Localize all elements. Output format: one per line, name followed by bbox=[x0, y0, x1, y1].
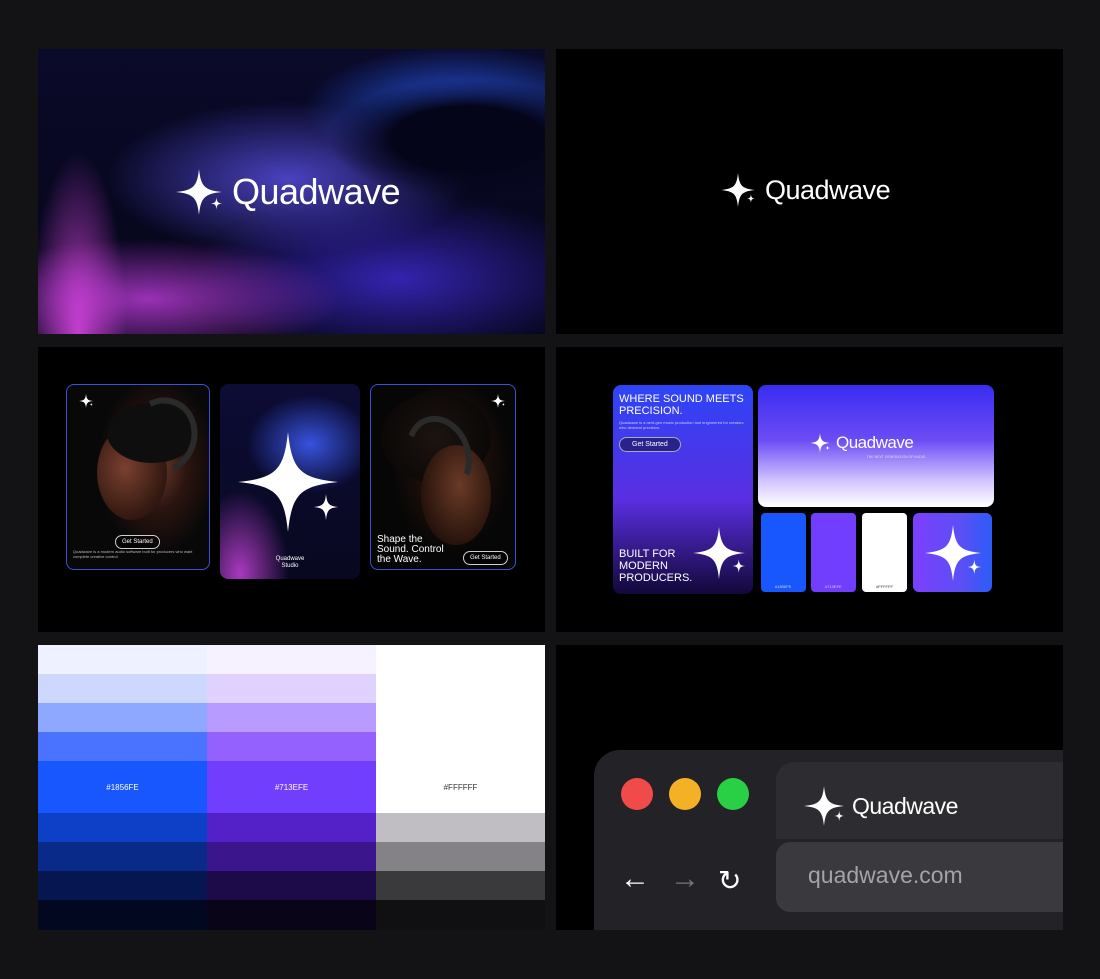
sparkle-icon bbox=[721, 173, 755, 207]
swatch-blue: #1856FE bbox=[761, 513, 806, 592]
browser-window: Quadwave ← → ↻ quadwave.com bbox=[594, 750, 1063, 930]
banner-brand-name: Quadwave bbox=[836, 433, 914, 452]
sparkle-icon bbox=[810, 433, 830, 453]
browser-mockup-panel: Quadwave ← → ↻ quadwave.com bbox=[556, 645, 1063, 930]
close-window-dot[interactable] bbox=[621, 778, 653, 810]
palette-swatch bbox=[376, 732, 545, 761]
banner-logo: Quadwave bbox=[810, 433, 914, 453]
tab-title: Quadwave bbox=[852, 792, 958, 819]
palette-hex-label: #FFFFFF bbox=[443, 782, 478, 792]
palette-hex-label: #1856FE bbox=[106, 782, 139, 792]
swatch-label: #FFFFFF bbox=[876, 584, 893, 589]
get-started-button[interactable]: Get Started bbox=[463, 551, 508, 565]
swatch-label: #713EFE bbox=[825, 584, 842, 589]
palette-swatch bbox=[376, 645, 545, 674]
palette-column-white: #FFFFFF bbox=[376, 645, 545, 930]
sparkle-icon bbox=[925, 525, 981, 581]
reload-icon[interactable]: ↻ bbox=[718, 864, 741, 897]
palette-swatch bbox=[376, 900, 545, 930]
palette-swatch bbox=[376, 842, 545, 871]
palette-swatch: #1856FE bbox=[38, 761, 207, 813]
palette-hex-label: #713EFE bbox=[274, 782, 309, 792]
palette-swatch bbox=[207, 732, 376, 761]
palette-column-purple: #713EFE bbox=[207, 645, 376, 930]
palette-swatch bbox=[207, 813, 376, 842]
color-palette-panel: #1856FE #713EFE #FFFFFF bbox=[38, 645, 545, 930]
mockup-headline: WHERE SOUND MEETS PRECISION. bbox=[619, 393, 744, 417]
palette-swatch bbox=[207, 842, 376, 871]
poster-card-3: Shape the Sound. Control the Wave. Get S… bbox=[370, 384, 516, 570]
url-text: quadwave.com bbox=[808, 862, 963, 888]
palette-swatch bbox=[38, 703, 207, 732]
sparkle-icon bbox=[693, 527, 745, 579]
mockup-footer-text: BUILT FOR MODERN PRODUCERS. bbox=[619, 548, 693, 584]
palette-swatch bbox=[207, 900, 376, 930]
mockup-poster: WHERE SOUND MEETS PRECISION. Quadwave is… bbox=[613, 385, 753, 594]
get-started-button[interactable]: Get Started bbox=[115, 535, 160, 549]
mockup-body: Quadwave is a next-gen music production … bbox=[619, 420, 744, 430]
sparkle-icon bbox=[79, 394, 93, 408]
palette-swatch: #713EFE bbox=[207, 761, 376, 813]
sparkle-icon bbox=[238, 432, 338, 532]
palette-swatch: #FFFFFF bbox=[376, 761, 545, 813]
back-arrow-icon[interactable]: ← bbox=[620, 862, 650, 896]
palette-swatch bbox=[38, 842, 207, 871]
brand-black-panel: Quadwave bbox=[556, 49, 1063, 334]
palette-swatch bbox=[38, 674, 207, 703]
card-body-text: Quadwave is a modern audio software buil… bbox=[73, 549, 193, 559]
palette-swatch bbox=[38, 645, 207, 674]
palette-swatch bbox=[207, 645, 376, 674]
palette-swatch bbox=[376, 871, 545, 900]
black-brand-name: Quadwave bbox=[765, 174, 891, 205]
brand-hero-panel: Quadwave bbox=[38, 49, 545, 334]
sparkle-icon bbox=[804, 786, 844, 826]
palette-swatch bbox=[207, 703, 376, 732]
palette-swatch bbox=[376, 813, 545, 842]
poster-card-2: Quadwave Studio bbox=[220, 384, 360, 579]
swatch-purple: #713EFE bbox=[811, 513, 856, 592]
banner-tagline: THE NEXT GENERATION OF AUDIO bbox=[866, 455, 926, 459]
palette-column-blue: #1856FE bbox=[38, 645, 207, 930]
minimize-window-dot[interactable] bbox=[669, 778, 701, 810]
swatch-label: #1856FE bbox=[775, 584, 792, 589]
card2-subtitle: Studio bbox=[281, 563, 299, 569]
card3-headline: Shape the Sound. Control the Wave. bbox=[377, 534, 444, 565]
forward-arrow-icon[interactable]: → bbox=[670, 862, 700, 896]
palette-swatch bbox=[38, 871, 207, 900]
poster-cards-panel: Get Started Quadwave is a modern audio s… bbox=[38, 347, 545, 632]
mockup-get-started-button[interactable]: Get Started bbox=[619, 437, 681, 452]
sparkle-icon bbox=[491, 394, 505, 408]
card2-title: Quadwave bbox=[275, 556, 305, 562]
maximize-window-dot[interactable] bbox=[717, 778, 749, 810]
swatch-white: #FFFFFF bbox=[862, 513, 907, 592]
poster-card-1: Get Started Quadwave is a modern audio s… bbox=[66, 384, 210, 570]
browser-tab[interactable]: Quadwave bbox=[776, 762, 1063, 839]
mockups-panel: WHERE SOUND MEETS PRECISION. Quadwave is… bbox=[556, 347, 1063, 632]
palette-swatch bbox=[38, 813, 207, 842]
palette-swatch bbox=[207, 871, 376, 900]
palette-swatch bbox=[376, 703, 545, 732]
mockup-banner: Quadwave THE NEXT GENERATION OF AUDIO bbox=[758, 385, 994, 507]
palette-swatch bbox=[376, 674, 545, 703]
sparkle-icon bbox=[176, 169, 222, 215]
swatch-gradient-tile bbox=[913, 513, 992, 592]
hero-brand-name: Quadwave bbox=[232, 171, 401, 212]
palette-swatch bbox=[38, 732, 207, 761]
palette-swatch bbox=[207, 674, 376, 703]
hero-logo: Quadwave bbox=[176, 169, 401, 215]
url-bar[interactable]: quadwave.com bbox=[776, 842, 1063, 912]
palette-swatch bbox=[38, 900, 207, 930]
tab-logo: Quadwave bbox=[804, 786, 958, 826]
black-logo: Quadwave bbox=[721, 173, 891, 207]
